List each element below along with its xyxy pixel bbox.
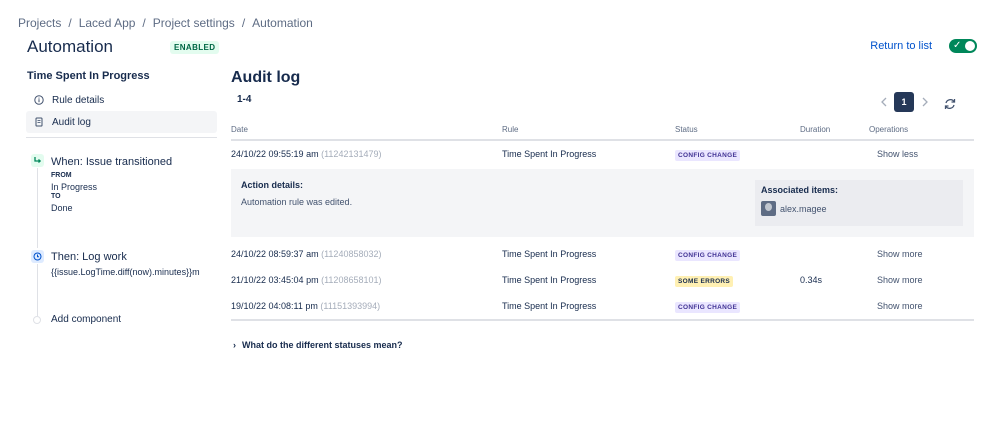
trigger-to-value: Done bbox=[51, 203, 73, 213]
column-header-duration: Duration bbox=[800, 125, 831, 134]
sidebar-item-label: Rule details bbox=[52, 94, 105, 106]
column-header-rule: Rule bbox=[502, 125, 519, 134]
show-more-link[interactable]: Show more bbox=[877, 301, 923, 311]
action-component-value: {{issue.LogTime.diff(now).minutes}}m bbox=[51, 267, 200, 277]
component-connector bbox=[37, 264, 38, 316]
table-bottom-divider bbox=[231, 319, 974, 321]
row-date-value: 19/10/22 04:08:11 pm bbox=[231, 301, 318, 311]
add-component-dot bbox=[33, 316, 41, 324]
action-details-title: Action details: bbox=[241, 180, 304, 190]
action-details-text: Automation rule was edited. bbox=[241, 197, 353, 207]
associated-items-title: Associated items: bbox=[761, 185, 839, 195]
row-date: 21/10/22 03:45:04 pm (11208658101) bbox=[231, 275, 381, 285]
status-badge: ENABLED bbox=[170, 41, 220, 54]
chevron-right-icon[interactable] bbox=[921, 97, 929, 110]
sidebar-item-label: Audit log bbox=[52, 116, 91, 128]
status-lozenge: CONFIG CHANGE bbox=[675, 250, 741, 261]
breadcrumb: Projects / Laced App / Project settings … bbox=[18, 16, 313, 30]
chevron-left-icon[interactable] bbox=[880, 97, 888, 110]
breadcrumb-automation[interactable]: Automation bbox=[252, 16, 313, 30]
row-duration: 0.34s bbox=[800, 275, 823, 285]
chevron-right-icon: › bbox=[233, 340, 236, 350]
row-date: 19/10/22 04:08:11 pm (11151393994) bbox=[231, 301, 380, 311]
row-date: 24/10/22 08:59:37 am (11240858032) bbox=[231, 249, 381, 259]
row-execution-id: (11208658101) bbox=[321, 275, 382, 285]
breadcrumb-separator: / bbox=[142, 16, 146, 30]
associated-user-link[interactable]: alex.magee bbox=[780, 204, 827, 214]
column-header-date: Date bbox=[231, 125, 248, 134]
refresh-icon[interactable] bbox=[943, 97, 957, 111]
row-rule: Time Spent In Progress bbox=[502, 149, 597, 159]
status-lozenge: CONFIG CHANGE bbox=[675, 150, 741, 161]
trigger-from-label: FROM bbox=[51, 172, 72, 179]
breadcrumb-project-settings[interactable]: Project settings bbox=[153, 16, 235, 30]
result-range: 1-4 bbox=[237, 94, 252, 105]
statuses-help-label: What do the different statuses mean? bbox=[242, 340, 403, 350]
show-less-link[interactable]: Show less bbox=[877, 149, 918, 159]
table-header-divider bbox=[231, 139, 974, 141]
sidebar-item-rule-details[interactable]: Rule details bbox=[26, 89, 217, 111]
action-component-title[interactable]: Then: Log work bbox=[51, 251, 127, 263]
row-date: 24/10/22 09:55:19 am (11242131479) bbox=[231, 149, 381, 159]
sidebar-divider bbox=[26, 137, 217, 138]
row-date-value: 24/10/22 09:55:19 am bbox=[231, 149, 319, 159]
row-execution-id: (11242131479) bbox=[321, 149, 382, 159]
toggle-knob bbox=[965, 41, 975, 51]
rule-enabled-toggle[interactable]: ✓ bbox=[949, 39, 977, 53]
breadcrumb-laced-app[interactable]: Laced App bbox=[79, 16, 136, 30]
return-to-list-link[interactable]: Return to list bbox=[870, 40, 932, 52]
audit-log-title: Audit log bbox=[231, 69, 301, 86]
row-execution-id: (11151393994) bbox=[320, 301, 381, 311]
pagination-page-1[interactable]: 1 bbox=[894, 92, 914, 112]
row-date-value: 21/10/22 03:45:04 pm bbox=[231, 275, 319, 285]
component-connector bbox=[37, 168, 38, 248]
clock-icon bbox=[31, 250, 44, 263]
page-title: Automation bbox=[27, 37, 113, 56]
trigger-component-title[interactable]: When: Issue transitioned bbox=[51, 156, 172, 168]
row-execution-id: (11240858032) bbox=[321, 249, 382, 259]
status-lozenge: SOME ERRORS bbox=[675, 276, 734, 287]
statuses-help-expander[interactable]: › What do the different statuses mean? bbox=[233, 340, 403, 350]
row-rule: Time Spent In Progress bbox=[502, 301, 597, 311]
breadcrumb-separator: / bbox=[241, 16, 246, 30]
avatar bbox=[761, 201, 776, 216]
rule-name: Time Spent In Progress bbox=[27, 70, 150, 82]
show-more-link[interactable]: Show more bbox=[877, 275, 923, 285]
transition-icon bbox=[31, 154, 44, 167]
check-icon: ✓ bbox=[953, 40, 962, 51]
add-component-button[interactable]: Add component bbox=[51, 314, 121, 325]
document-icon bbox=[34, 117, 44, 127]
info-icon bbox=[34, 95, 44, 105]
column-header-operations: Operations bbox=[869, 125, 909, 134]
trigger-from-value: In Progress bbox=[51, 182, 98, 192]
row-rule: Time Spent In Progress bbox=[502, 275, 597, 285]
row-date-value: 24/10/22 08:59:37 am bbox=[231, 249, 319, 259]
trigger-to-label: TO bbox=[51, 193, 61, 200]
breadcrumb-projects[interactable]: Projects bbox=[18, 16, 61, 30]
sidebar-item-audit-log[interactable]: Audit log bbox=[26, 111, 217, 133]
breadcrumb-separator: / bbox=[68, 16, 72, 30]
row-rule: Time Spent In Progress bbox=[502, 249, 597, 259]
status-lozenge: CONFIG CHANGE bbox=[675, 302, 741, 313]
show-more-link[interactable]: Show more bbox=[877, 249, 923, 259]
column-header-status: Status bbox=[675, 125, 698, 134]
